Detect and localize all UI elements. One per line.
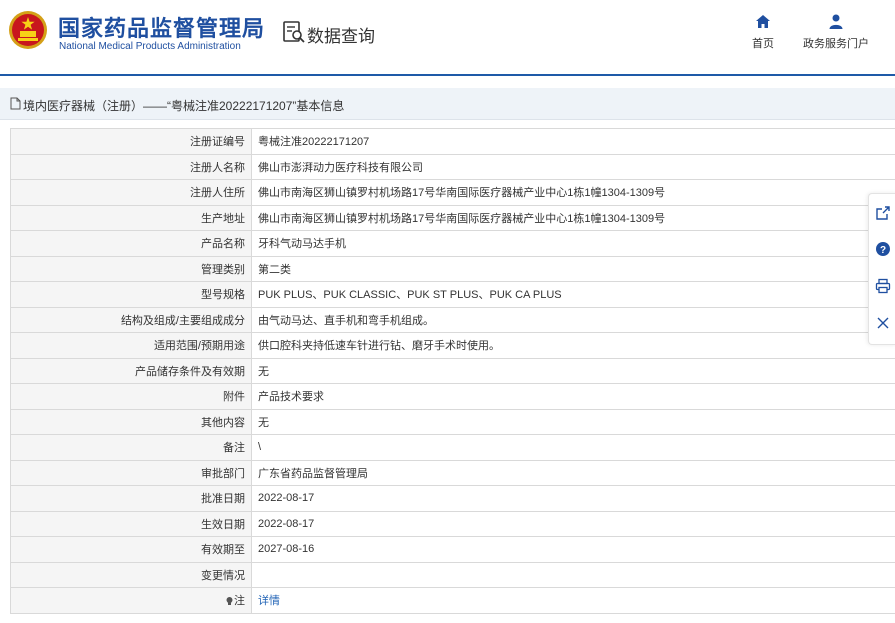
note-label-cell: 注 xyxy=(10,587,252,614)
brand-name-cn: 国家药品监督管理局 xyxy=(58,16,266,41)
row-label: 变更情况 xyxy=(10,561,252,588)
breadcrumb: 境内医疗器械（注册）——“粤械注准20222171207”基本信息 xyxy=(0,88,895,120)
table-row: 其他内容无 xyxy=(10,408,895,435)
share-button[interactable] xyxy=(875,205,895,225)
close-icon xyxy=(877,317,889,329)
note-label: 注 xyxy=(234,595,245,608)
site-header: 国家药品监督管理局 National Medical Products Admi… xyxy=(0,0,895,74)
row-value: 产品技术要求 xyxy=(251,383,895,410)
row-label: 适用范围/预期用途 xyxy=(10,332,252,359)
row-label: 管理类别 xyxy=(10,255,252,282)
nav-service-portal-label: 政务服务门户 xyxy=(803,38,869,50)
data-query-title: 数据查询 xyxy=(307,27,375,46)
table-row: 型号规格 PUK PLUS、PUK CLASSIC、PUK ST PLUS、PUK… xyxy=(10,281,895,308)
table-row: 备注 \ xyxy=(10,434,895,461)
table-row: 变更情况 xyxy=(10,561,895,588)
table-row-note: 注 详情 xyxy=(10,587,895,614)
row-label: 其他内容 xyxy=(10,408,252,435)
row-label: 产品名称 xyxy=(10,230,252,257)
share-icon xyxy=(876,206,890,220)
row-value: 佛山市澎湃动力医疗科技有限公司 xyxy=(251,153,895,180)
registration-detail-table: 注册证编号 粤械注准20222171207 注册人名称 佛山市澎湃动力医疗科技有限公司… xyxy=(10,128,895,614)
row-value: 供口腔科夹持低速车针进行钻、磨牙手术时使用。 xyxy=(251,332,895,359)
row-label: 附件 xyxy=(10,383,252,410)
table-row: 注册证编号 粤械注准20222171207 xyxy=(10,128,895,155)
row-label: 注册人名称 xyxy=(10,153,252,180)
row-label: 有效期至 xyxy=(10,536,252,563)
row-label: 注册证编号 xyxy=(10,128,252,155)
row-label: 审批部门 xyxy=(10,459,252,486)
row-label: 批准日期 xyxy=(10,485,252,512)
svg-text:?: ? xyxy=(880,245,886,256)
row-label: 注册人住所 xyxy=(10,179,252,206)
note-value-cell: 详情 xyxy=(251,587,895,614)
lightbulb-icon xyxy=(226,597,233,606)
row-label: 结构及组成/主要组成成分 xyxy=(10,306,252,333)
nav-service-portal[interactable]: 政务服务门户 xyxy=(803,14,869,51)
row-value: 无 xyxy=(251,408,895,435)
nav-home[interactable]: 首页 xyxy=(750,14,776,51)
table-row: 产品名称 牙科气动马达手机 xyxy=(10,230,895,257)
row-value: 2027-08-16 xyxy=(251,536,895,563)
row-label: 生效日期 xyxy=(10,510,252,537)
row-value: 无 xyxy=(251,357,895,384)
document-icon xyxy=(10,97,21,110)
table-row: 生产地址 佛山市南海区狮山镇罗村机场路17号华南国际医疗器械产业中心1栋1幢130… xyxy=(10,204,895,231)
table-row: 生效日期 2022-08-17 xyxy=(10,510,895,537)
row-value: 2022-08-17 xyxy=(251,485,895,512)
row-value: 佛山市南海区狮山镇罗村机场路17号华南国际医疗器械产业中心1栋1幢1304-13… xyxy=(251,179,895,206)
print-button[interactable] xyxy=(875,278,895,298)
table-row: 有效期至 2027-08-16 xyxy=(10,536,895,563)
table-row: 管理类别 第二类 xyxy=(10,255,895,282)
row-label: 产品储存条件及有效期 xyxy=(10,357,252,384)
brand-name-en: National Medical Products Administration xyxy=(59,41,241,52)
print-icon xyxy=(875,278,891,294)
row-value: 佛山市南海区狮山镇罗村机场路17号华南国际医疗器械产业中心1栋1幢1304-13… xyxy=(251,204,895,231)
row-value: \ xyxy=(251,434,895,461)
table-row: 批准日期 2022-08-17 xyxy=(10,485,895,512)
nav-home-label: 首页 xyxy=(752,38,774,50)
close-button[interactable] xyxy=(875,315,895,335)
user-icon xyxy=(829,14,843,29)
table-row: 结构及组成/主要组成成分 由气动马达、直手机和弯手机组成。 xyxy=(10,306,895,333)
row-value: 2022-08-17 xyxy=(251,510,895,537)
help-icon: ? xyxy=(876,242,890,256)
row-value: 由气动马达、直手机和弯手机组成。 xyxy=(251,306,895,333)
detail-link[interactable]: 详情 xyxy=(258,595,280,607)
breadcrumb-text: 境内医疗器械（注册）——“粤械注准20222171207”基本信息 xyxy=(23,99,345,113)
table-row: 产品储存条件及有效期无 xyxy=(10,357,895,384)
home-icon xyxy=(756,15,770,28)
row-label: 生产地址 xyxy=(10,204,252,231)
data-query-icon xyxy=(283,21,305,43)
row-value: 牙科气动马达手机 xyxy=(251,230,895,257)
row-value: 粤械注准20222171207 xyxy=(251,128,895,155)
header-divider xyxy=(0,74,895,76)
row-value: 第二类 xyxy=(251,255,895,282)
national-emblem-icon xyxy=(9,11,47,49)
table-row: 适用范围/预期用途 供口腔科夹持低速车针进行钻、磨牙手术时使用。 xyxy=(10,332,895,359)
row-label: 型号规格 xyxy=(10,281,252,308)
row-value xyxy=(251,561,895,588)
table-row: 注册人名称 佛山市澎湃动力医疗科技有限公司 xyxy=(10,153,895,180)
table-row: 附件 产品技术要求 xyxy=(10,383,895,410)
help-button[interactable]: ? xyxy=(875,241,895,261)
table-row: 审批部门 广东省药品监督管理局 xyxy=(10,459,895,486)
table-row: 注册人住所 佛山市南海区狮山镇罗村机场路17号华南国际医疗器械产业中心1栋1幢13… xyxy=(10,179,895,206)
row-value: 广东省药品监督管理局 xyxy=(251,459,895,486)
side-toolbar: ? xyxy=(868,193,895,345)
row-label: 备注 xyxy=(10,434,252,461)
row-value: PUK PLUS、PUK CLASSIC、PUK ST PLUS、PUK CA … xyxy=(251,281,895,308)
